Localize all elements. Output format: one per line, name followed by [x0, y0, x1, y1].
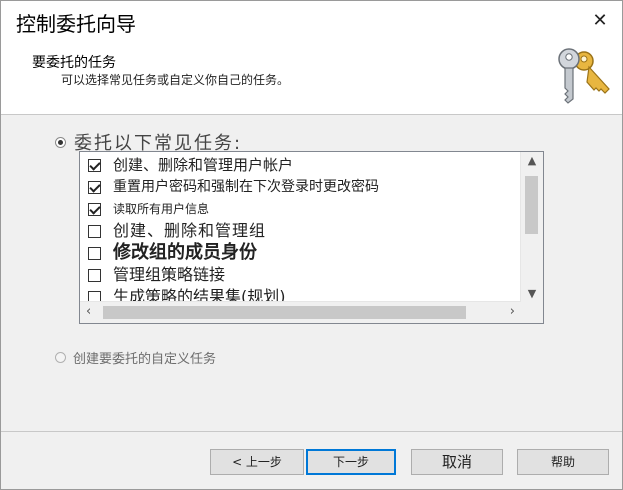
back-button[interactable]: < 上一步 [210, 449, 304, 475]
close-icon: ✕ [592, 10, 608, 31]
task-list[interactable]: 创建、删除和管理用户帐户 重置用户密码和强制在下次登录时更改密码 读取所有用户信… [79, 151, 544, 324]
task-checkbox[interactable] [88, 246, 101, 260]
vertical-scrollbar[interactable]: ▲ ▼ [520, 152, 543, 302]
window-title: 控制委托向导 [16, 12, 136, 36]
silver-key-icon [558, 48, 580, 104]
task-label: 修改组的成员身份 [113, 242, 257, 263]
delegation-wizard-window: 控制委托向导 ✕ 要委托的任务 可以选择常见任务或自定义你自己的任务。 委托以下… [0, 0, 623, 490]
page-description: 可以选择常见任务或自定义你自己的任务。 [61, 73, 290, 87]
horizontal-scrollbar[interactable]: ‹ › [80, 301, 521, 323]
task-label: 读取所有用户信息 [113, 202, 210, 216]
footer-divider [1, 431, 622, 432]
wizard-header: 控制委托向导 ✕ 要委托的任务 可以选择常见任务或自定义你自己的任务。 [1, 1, 622, 115]
task-checkbox[interactable] [88, 268, 101, 282]
close-button[interactable]: ✕ [588, 9, 612, 33]
page-heading: 要委托的任务 [32, 55, 116, 71]
radio-custom-task-label: 创建要委托的自定义任务 [73, 352, 217, 367]
task-item[interactable]: 创建、删除和管理用户帐户 [88, 154, 293, 176]
task-checkbox[interactable] [88, 202, 101, 216]
radio-common-tasks-indicator[interactable] [55, 136, 66, 148]
next-button[interactable]: 下一步 [306, 449, 396, 475]
task-label: 重置用户密码和强制在下次登录时更改密码 [113, 179, 379, 195]
task-label: 创建、删除和管理用户帐户 [113, 156, 294, 174]
help-button[interactable]: 帮助 [517, 449, 609, 475]
radio-custom-task-indicator[interactable] [55, 352, 66, 363]
scroll-left-icon[interactable]: ‹ [86, 304, 91, 319]
radio-custom-task[interactable]: 创建要委托的自定义任务 [55, 348, 216, 367]
task-label: 创建、删除和管理组 [113, 221, 267, 240]
task-item[interactable]: 创建、删除和管理组 [88, 220, 266, 242]
task-checkbox[interactable] [88, 180, 101, 194]
scroll-right-icon[interactable]: › [510, 304, 515, 319]
cancel-button[interactable]: 取消 [411, 449, 503, 475]
task-item[interactable]: 读取所有用户信息 [88, 198, 209, 220]
scroll-down-icon[interactable]: ▼ [521, 287, 543, 300]
scroll-up-icon[interactable]: ▲ [521, 154, 543, 167]
task-checkbox[interactable] [88, 224, 101, 238]
vertical-scroll-thumb[interactable] [525, 176, 538, 234]
horizontal-scroll-thumb[interactable] [103, 306, 466, 319]
task-item[interactable]: 修改组的成员身份 [88, 242, 257, 264]
keys-icon [558, 48, 610, 104]
gold-key-icon [574, 51, 610, 94]
scrollbar-corner [521, 302, 543, 323]
task-item[interactable]: 重置用户密码和强制在下次登录时更改密码 [88, 176, 379, 198]
task-item[interactable]: 管理组策略链接 [88, 264, 225, 286]
task-label: 管理组策略链接 [113, 265, 226, 284]
task-checkbox[interactable] [88, 158, 101, 172]
